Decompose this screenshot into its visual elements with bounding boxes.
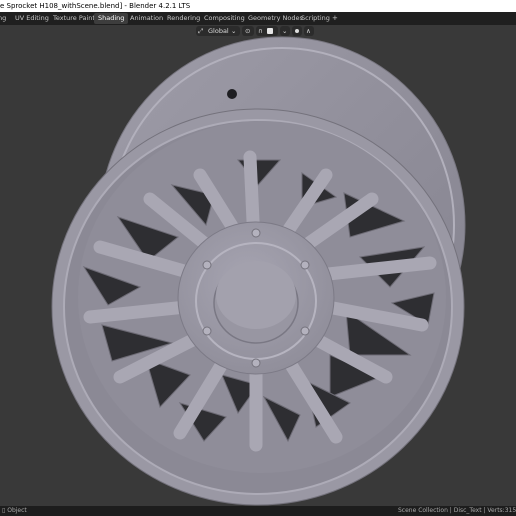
add-workspace-button[interactable]: + [332, 13, 338, 24]
tab-uv-editing[interactable]: UV Editing [11, 13, 53, 24]
tab-texture-paint[interactable]: Texture Paint [49, 13, 99, 24]
mode-label: Object [7, 507, 27, 514]
scene-stats: Scene Collection | Disc_Text | Verts:315… [398, 507, 516, 514]
center-cap [216, 261, 296, 329]
status-bar: ▯ Object Scene Collection | Disc_Text | … [0, 506, 516, 516]
tab-layout[interactable]: ng [0, 13, 10, 24]
tab-scripting[interactable]: Scripting [297, 13, 334, 24]
mouse-icon: ▯ [2, 507, 6, 514]
3d-viewport[interactable]: ⤢ Global ⌄ ⊙ ∩ ⌄ ∧ [0, 25, 516, 506]
valve-hole [227, 89, 237, 99]
tab-rendering[interactable]: Rendering [163, 13, 204, 24]
window-title-bar: e Sprocket H108_withScene.blend] - Blend… [0, 0, 516, 12]
tab-animation[interactable]: Animation [126, 13, 167, 24]
workspace-tab-bar: ng UV Editing Texture Paint Shading Anim… [0, 12, 516, 25]
wheel-model[interactable] [0, 25, 516, 506]
tab-compositing[interactable]: Compositing [200, 13, 249, 24]
mode-indicator: ▯ Object [2, 506, 27, 516]
tab-shading[interactable]: Shading [94, 13, 129, 24]
window-title: e Sprocket H108_withScene.blend] - Blend… [0, 2, 191, 10]
